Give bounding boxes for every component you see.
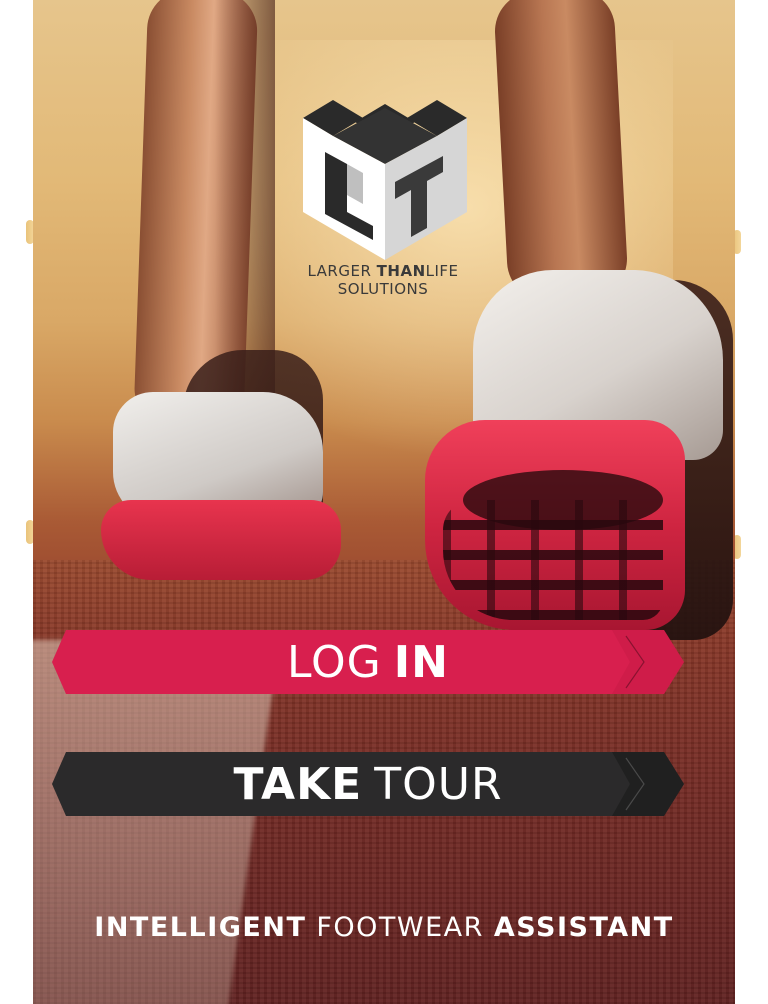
take-tour-button[interactable]: TAKE TOUR bbox=[52, 752, 684, 816]
login-button[interactable]: LOG IN bbox=[52, 630, 684, 694]
splash-panel: LARGER THANLIFE SOLUTIONS bbox=[33, 0, 735, 1004]
left-shoe-sole bbox=[101, 500, 341, 580]
brand-word-than: THAN bbox=[376, 262, 426, 280]
app-screen: LARGER THANLIFE SOLUTIONS LOG IN TAKE TO… bbox=[0, 0, 768, 1004]
take-tour-label: TAKE TOUR bbox=[233, 759, 502, 810]
login-label-log: LOG bbox=[287, 636, 382, 688]
tagline-assistant: ASSISTANT bbox=[493, 912, 674, 943]
brand-word-life: LIFE bbox=[425, 262, 459, 280]
take-tour-label-tour: TOUR bbox=[374, 758, 503, 810]
login-label-in: IN bbox=[393, 636, 449, 688]
tagline-footwear: FOOTWEAR bbox=[316, 912, 484, 943]
login-label: LOG IN bbox=[287, 637, 449, 688]
take-tour-label-take: TAKE bbox=[233, 758, 363, 810]
right-leg bbox=[492, 0, 630, 303]
ltl-cube-logo-icon bbox=[303, 100, 467, 260]
brand-name-line1: LARGER THANLIFE bbox=[243, 262, 523, 280]
tagline-intelligent: INTELLIGENT bbox=[94, 912, 307, 943]
brand-name-line2: SOLUTIONS bbox=[337, 280, 429, 298]
brand-name: LARGER THANLIFE SOLUTIONS bbox=[243, 262, 523, 298]
right-shoe-tread bbox=[443, 500, 663, 620]
brand-word-larger: LARGER bbox=[307, 262, 372, 280]
tagline: INTELLIGENT FOOTWEAR ASSISTANT bbox=[33, 912, 735, 943]
